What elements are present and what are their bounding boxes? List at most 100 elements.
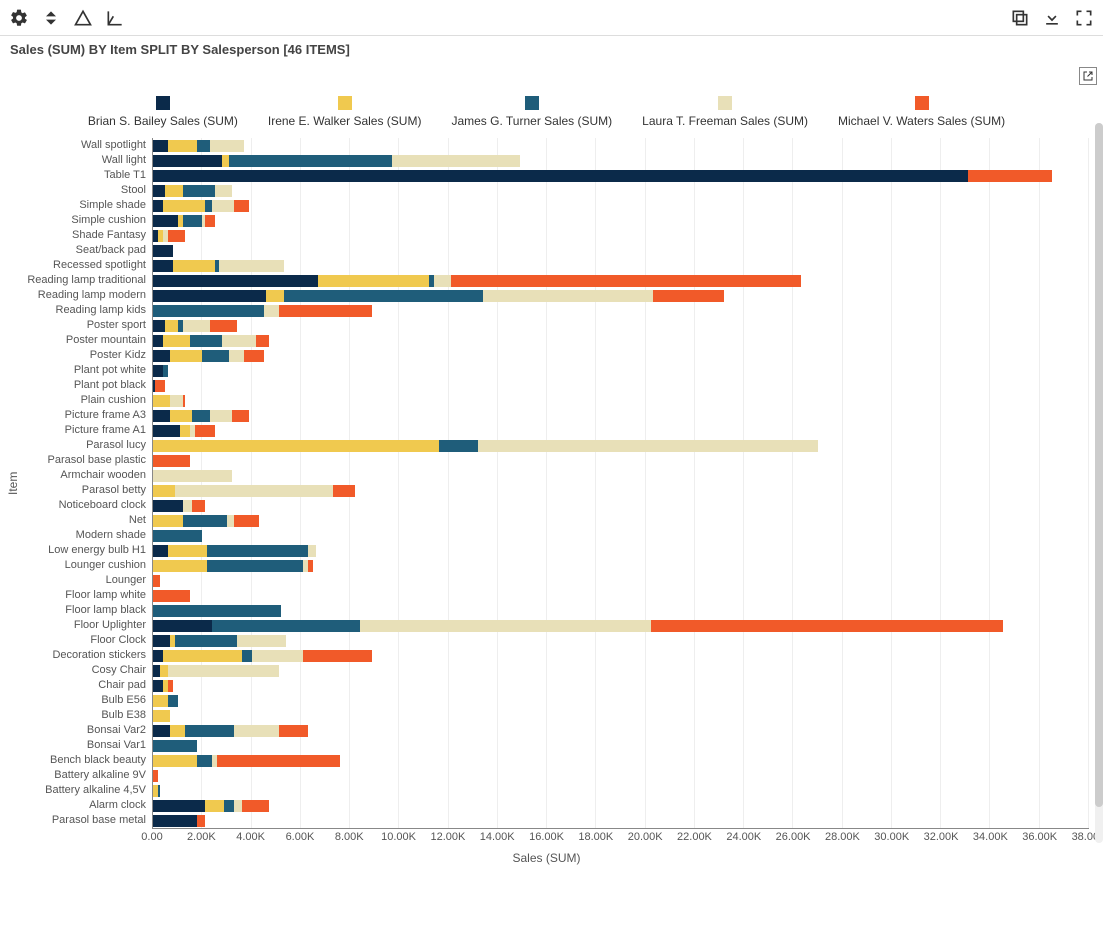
bar-segment[interactable] — [153, 410, 170, 422]
copy-icon[interactable] — [1009, 7, 1031, 29]
bar-segment[interactable] — [256, 335, 268, 347]
bar-segment[interactable] — [153, 605, 281, 617]
bar-segment[interactable] — [360, 620, 651, 632]
bar-segment[interactable] — [205, 800, 225, 812]
bar-segment[interactable] — [153, 365, 163, 377]
bar-segment[interactable] — [153, 635, 170, 647]
bar-segment[interactable] — [163, 200, 205, 212]
bar-segment[interactable] — [392, 155, 520, 167]
bar-segment[interactable] — [212, 620, 360, 632]
bar-segment[interactable] — [303, 650, 372, 662]
bar-segment[interactable] — [202, 350, 229, 362]
bar-segment[interactable] — [219, 260, 283, 272]
bar-segment[interactable] — [153, 170, 968, 182]
bar-segment[interactable] — [175, 485, 333, 497]
bar-segment[interactable] — [308, 545, 315, 557]
bar-segment[interactable] — [224, 800, 234, 812]
bar-segment[interactable] — [222, 335, 256, 347]
bar-segment[interactable] — [153, 515, 183, 527]
legend-item[interactable]: Michael V. Waters Sales (SUM) — [838, 96, 1005, 128]
bar-segment[interactable] — [153, 425, 180, 437]
bar-segment[interactable] — [170, 725, 185, 737]
bar-segment[interactable] — [279, 725, 309, 737]
bar-segment[interactable] — [173, 260, 215, 272]
bar-segment[interactable] — [163, 365, 168, 377]
bar-segment[interactable] — [183, 320, 210, 332]
bar-segment[interactable] — [210, 140, 244, 152]
bar-segment[interactable] — [183, 215, 203, 227]
bar-segment[interactable] — [222, 155, 229, 167]
bar-segment[interactable] — [153, 335, 163, 347]
sort-icon[interactable] — [40, 7, 62, 29]
bar-segment[interactable] — [192, 410, 209, 422]
bar-segment[interactable] — [153, 485, 175, 497]
gear-icon[interactable] — [8, 7, 30, 29]
bar-segment[interactable] — [308, 560, 313, 572]
bar-segment[interactable] — [168, 695, 178, 707]
bar-segment[interactable] — [244, 350, 264, 362]
bar-segment[interactable] — [153, 530, 202, 542]
bar-segment[interactable] — [229, 350, 244, 362]
bar-segment[interactable] — [234, 200, 249, 212]
bar-segment[interactable] — [168, 230, 185, 242]
download-icon[interactable] — [1041, 7, 1063, 29]
bar-segment[interactable] — [318, 275, 429, 287]
bar-segment[interactable] — [333, 485, 355, 497]
bar-segment[interactable] — [165, 320, 177, 332]
bar-segment[interactable] — [195, 425, 215, 437]
bar-segment[interactable] — [153, 740, 197, 752]
bar-segment[interactable] — [158, 785, 160, 797]
bar-segment[interactable] — [210, 320, 237, 332]
bar-segment[interactable] — [153, 185, 165, 197]
bar-segment[interactable] — [153, 725, 170, 737]
bar-segment[interactable] — [153, 770, 158, 782]
bar-segment[interactable] — [183, 395, 185, 407]
bar-segment[interactable] — [483, 290, 653, 302]
popout-icon[interactable] — [1079, 67, 1097, 85]
bar-segment[interactable] — [170, 350, 202, 362]
bar-segment[interactable] — [234, 515, 259, 527]
bar-segment[interactable] — [252, 650, 304, 662]
bar-segment[interactable] — [205, 215, 215, 227]
bar-segment[interactable] — [153, 260, 173, 272]
bar-segment[interactable] — [197, 815, 204, 827]
bar-segment[interactable] — [478, 440, 818, 452]
bar-segment[interactable] — [212, 200, 234, 212]
bar-segment[interactable] — [651, 620, 1003, 632]
bar-segment[interactable] — [190, 335, 222, 347]
axis-icon[interactable] — [104, 7, 126, 29]
bar-segment[interactable] — [237, 635, 286, 647]
bar-segment[interactable] — [153, 290, 266, 302]
bar-segment[interactable] — [229, 155, 392, 167]
bar-segment[interactable] — [163, 650, 242, 662]
bar-segment[interactable] — [197, 755, 212, 767]
bar-segment[interactable] — [170, 410, 192, 422]
bar-segment[interactable] — [153, 695, 168, 707]
bar-segment[interactable] — [183, 515, 227, 527]
bar-segment[interactable] — [205, 200, 212, 212]
bar-segment[interactable] — [170, 395, 182, 407]
bar-segment[interactable] — [153, 590, 190, 602]
bar-segment[interactable] — [284, 290, 484, 302]
legend-item[interactable]: Brian S. Bailey Sales (SUM) — [88, 96, 238, 128]
bar-segment[interactable] — [153, 545, 168, 557]
bar-segment[interactable] — [160, 665, 167, 677]
bar-segment[interactable] — [234, 725, 278, 737]
bar-segment[interactable] — [279, 305, 373, 317]
bar-segment[interactable] — [153, 470, 232, 482]
fullscreen-icon[interactable] — [1073, 7, 1095, 29]
bar-segment[interactable] — [266, 290, 283, 302]
bar-segment[interactable] — [242, 650, 252, 662]
bar-segment[interactable] — [217, 755, 340, 767]
bar-segment[interactable] — [653, 290, 724, 302]
bar-segment[interactable] — [227, 515, 234, 527]
bar-segment[interactable] — [197, 140, 209, 152]
legend-item[interactable]: Laura T. Freeman Sales (SUM) — [642, 96, 808, 128]
bar-segment[interactable] — [185, 725, 234, 737]
bar-segment[interactable] — [207, 560, 303, 572]
bar-segment[interactable] — [153, 800, 205, 812]
bar-segment[interactable] — [264, 305, 279, 317]
bar-segment[interactable] — [168, 545, 207, 557]
bar-segment[interactable] — [153, 755, 197, 767]
bar-segment[interactable] — [183, 185, 215, 197]
